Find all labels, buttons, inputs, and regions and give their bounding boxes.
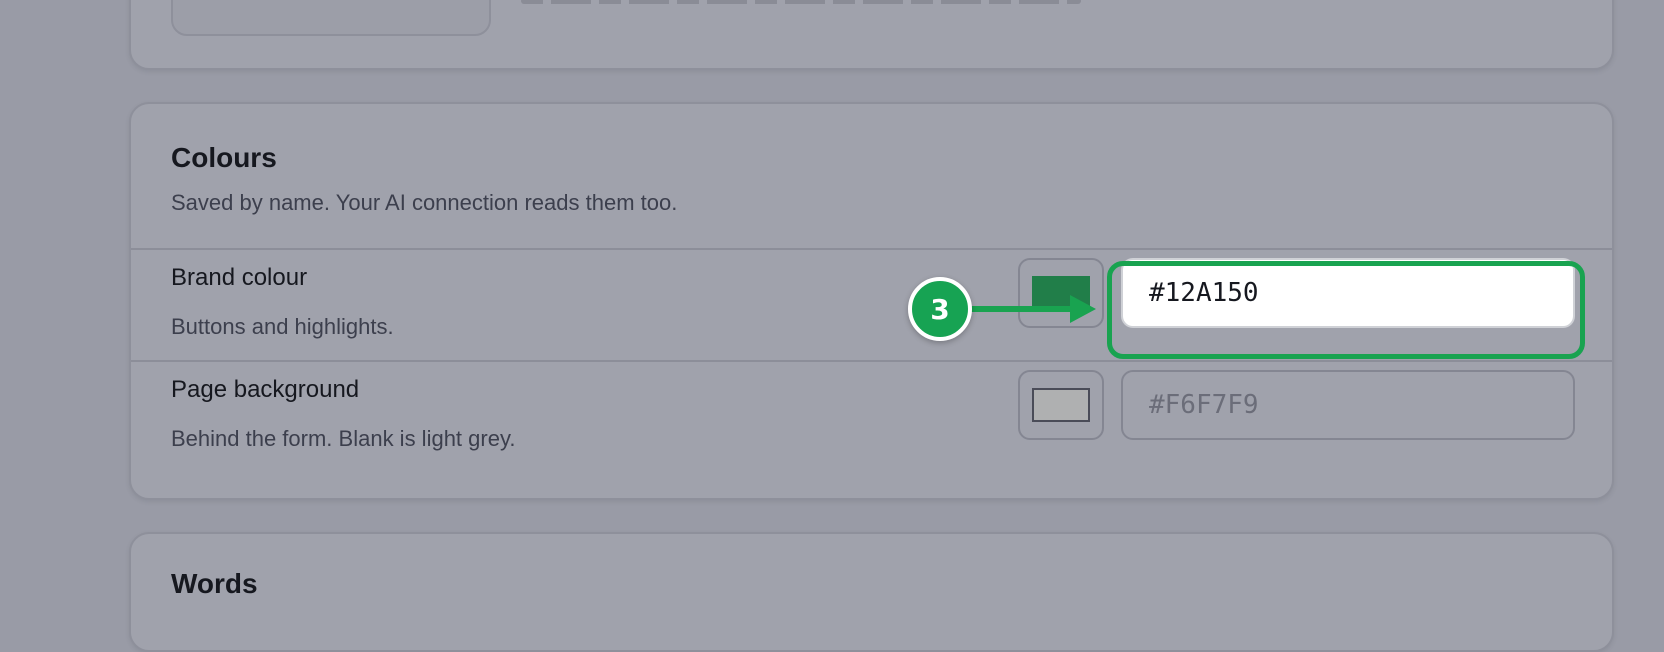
section-divider: [131, 248, 1612, 250]
brand-colour-label: Brand colour: [171, 264, 308, 291]
step-number-badge: 3: [908, 277, 972, 341]
page-background-label: Page background: [171, 376, 360, 403]
colours-section-description: Saved by name. Your AI connection reads …: [171, 190, 678, 215]
previous-settings-card: [129, 0, 1614, 70]
row-divider: [131, 360, 1612, 362]
page-background-swatch-button[interactable]: [1018, 370, 1104, 440]
page-background-hex-input[interactable]: [1121, 370, 1575, 440]
words-section-title: Words: [171, 568, 258, 599]
words-card: Words: [129, 532, 1614, 652]
colours-section-title: Colours: [171, 142, 277, 173]
page-background-swatch: [1032, 388, 1090, 422]
colours-card: Colours Saved by name. Your AI connectio…: [129, 102, 1614, 500]
page-background-help: Behind the form. Blank is light grey.: [171, 426, 516, 451]
preview-thumbnail: [171, 0, 491, 36]
brand-colour-swatch-button[interactable]: [1018, 258, 1104, 328]
brand-colour-help: Buttons and highlights.: [171, 314, 394, 339]
brand-colour-hex-input[interactable]: [1121, 258, 1575, 328]
brand-colour-swatch: [1032, 276, 1090, 310]
truncated-help-text: [521, 0, 1081, 4]
